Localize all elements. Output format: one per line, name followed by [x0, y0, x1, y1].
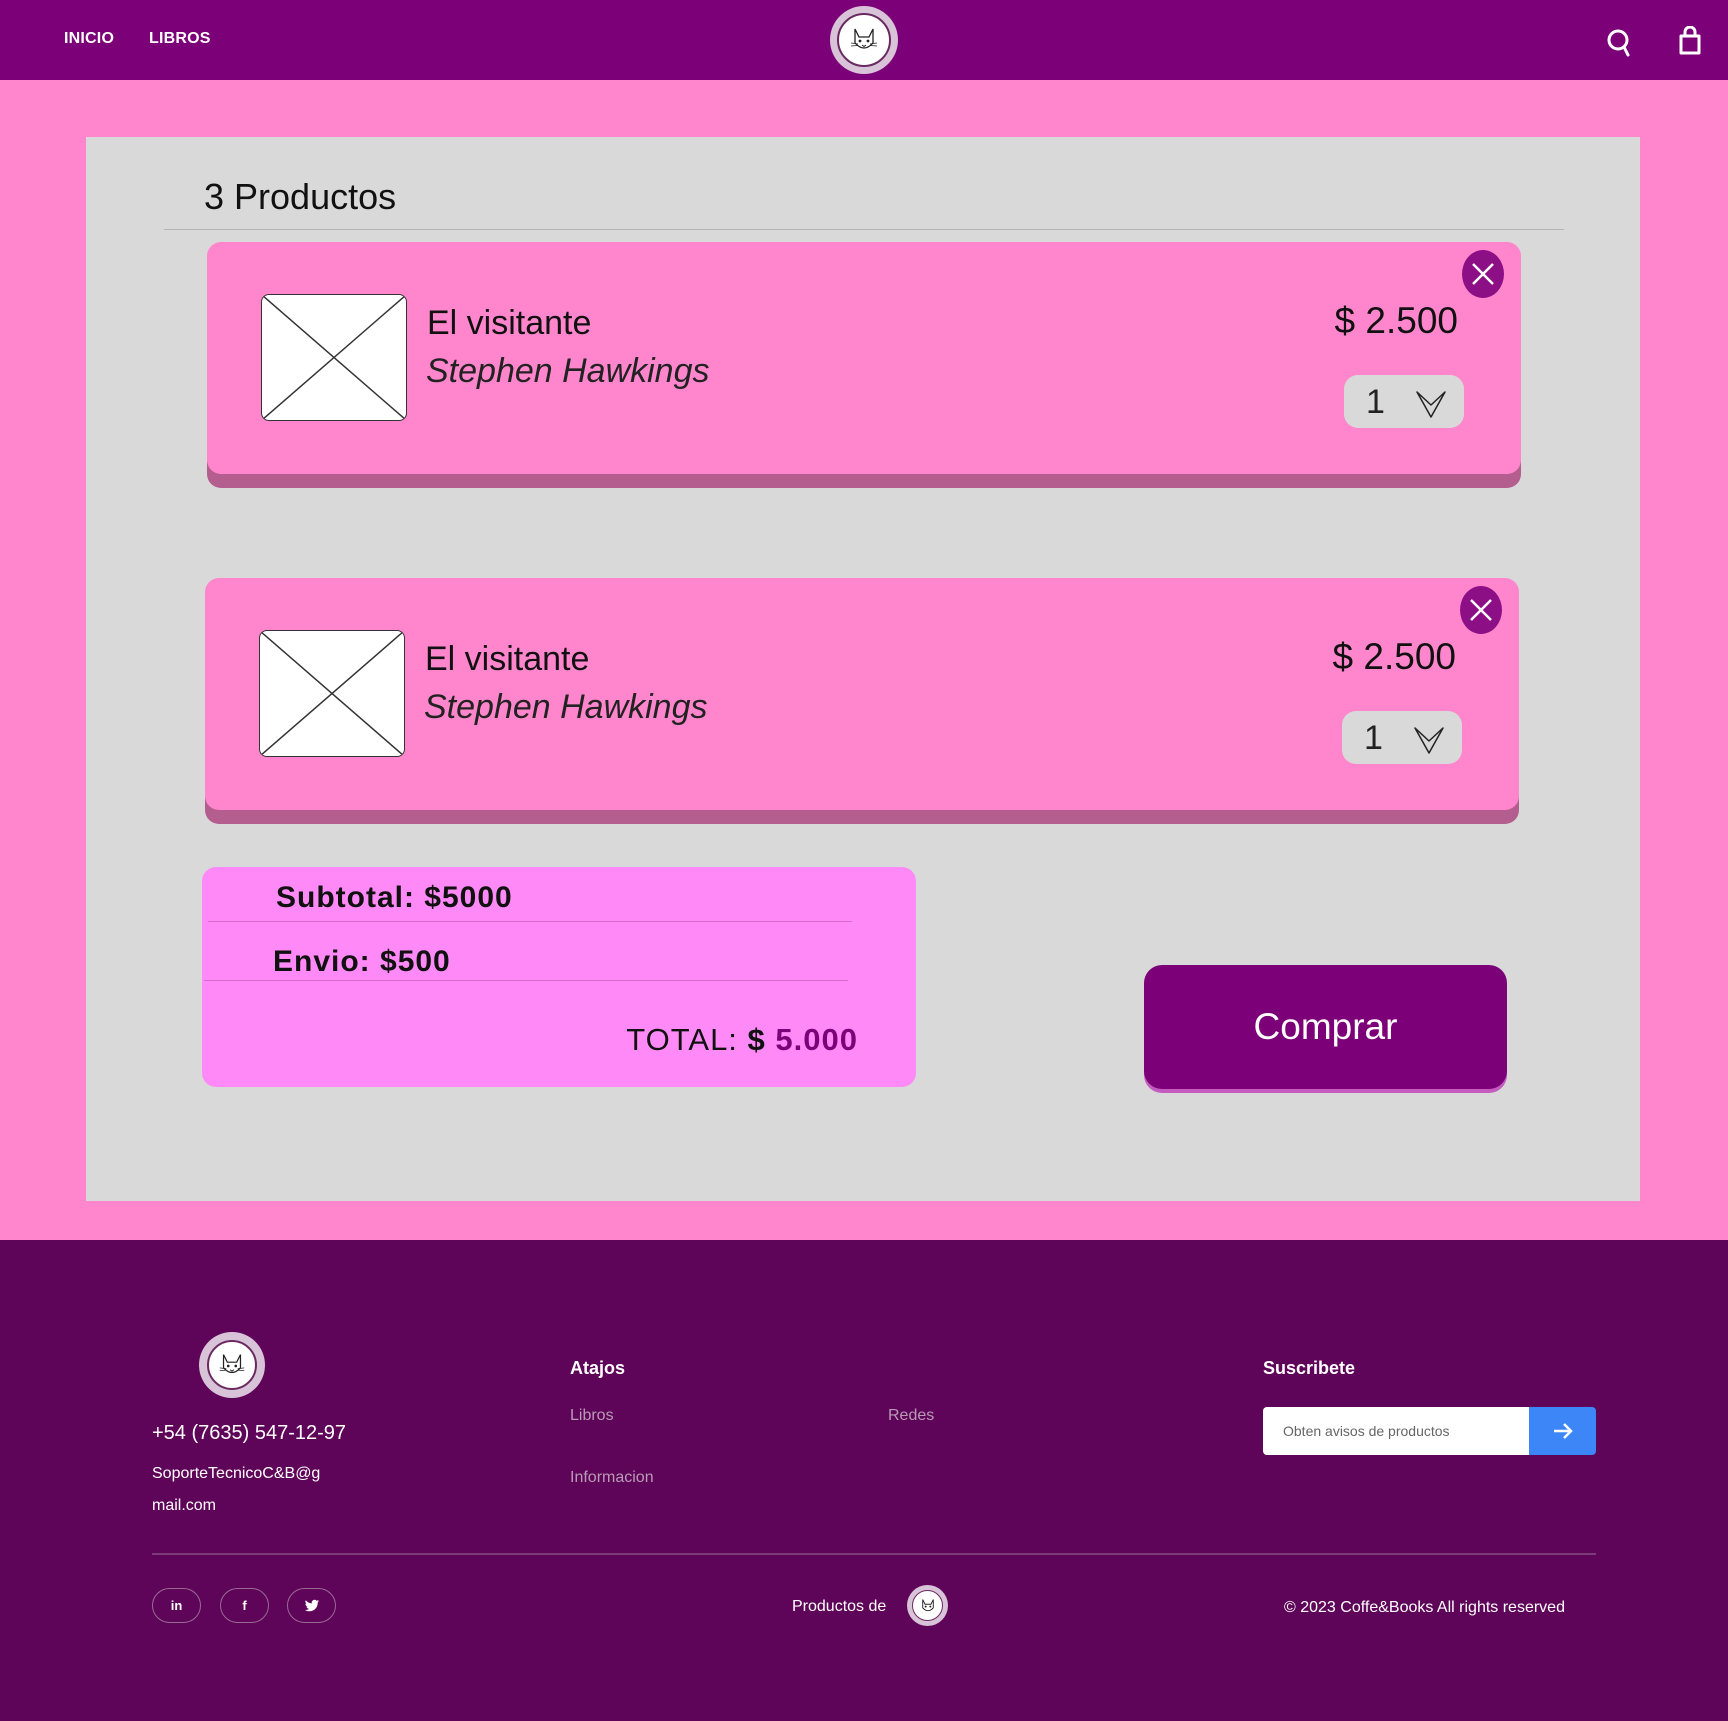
subscribe-email-input[interactable]: [1263, 1407, 1529, 1455]
footer-link-informacion[interactable]: Informacion: [570, 1469, 654, 1487]
total-text: TOTAL: $ 5.000: [626, 1022, 858, 1058]
chevron-down-icon: [1416, 391, 1446, 418]
shortcuts-heading: Atajos: [570, 1358, 626, 1378]
brand-logo[interactable]: [830, 6, 898, 74]
nav-libros-link[interactable]: LIBROS: [149, 30, 211, 48]
cat-icon: [850, 28, 878, 49]
cat-icon: [219, 1354, 245, 1374]
item-author: Stephen Hawkings: [426, 352, 710, 390]
order-summary: Subtotal: $5000 Envio: $500 TOTAL: $ 5.0…: [202, 867, 916, 1087]
copyright-text: © 2023 Coffe&Books All rights reserved: [1284, 1599, 1565, 1616]
arrow-right-icon: [1553, 1423, 1573, 1439]
footer-link-libros[interactable]: Libros: [570, 1407, 614, 1425]
footer-email: SoporteTecnicoC&B@g: [152, 1465, 321, 1482]
quantity-value: 1: [1364, 719, 1383, 757]
divider: [164, 229, 1564, 230]
item-author: Stephen Hawkings: [424, 688, 708, 726]
footer-link-redes[interactable]: Redes: [888, 1407, 934, 1425]
footer-phone: +54 (7635) 547-12-97: [152, 1422, 347, 1444]
close-icon: [1470, 599, 1492, 621]
total-currency: $: [747, 1022, 766, 1057]
subtotal-text: Subtotal: $5000: [276, 881, 513, 914]
shopping-bag-icon[interactable]: [1678, 26, 1702, 56]
buy-button[interactable]: Comprar: [1144, 965, 1507, 1089]
search-icon[interactable]: [1607, 28, 1631, 58]
linkedin-icon: in: [170, 1598, 183, 1613]
linkedin-button[interactable]: in: [152, 1588, 201, 1623]
remove-item-button[interactable]: [1462, 250, 1504, 298]
subscribe-heading: Suscribete: [1263, 1358, 1356, 1378]
quantity-value: 1: [1366, 383, 1385, 421]
products-by-text: Productos de: [792, 1598, 887, 1615]
chevron-down-icon: [1414, 727, 1444, 754]
footer-logo: [199, 1332, 265, 1398]
shipping-text: Envio: $500: [273, 945, 451, 978]
remove-item-button[interactable]: [1460, 586, 1502, 634]
book-image-placeholder: [261, 294, 407, 421]
quantity-select[interactable]: 1: [1342, 711, 1462, 764]
facebook-button[interactable]: f: [220, 1588, 269, 1623]
cart-count-title: 3 Productos: [204, 176, 397, 217]
quantity-select[interactable]: 1: [1344, 375, 1464, 428]
subscribe-button[interactable]: [1529, 1407, 1596, 1455]
footer-email-continued: mail.com: [152, 1497, 217, 1514]
twitter-button[interactable]: [287, 1588, 336, 1623]
facebook-icon: f: [242, 1598, 247, 1613]
item-price: $ 2.500: [1332, 636, 1456, 677]
item-title: El visitante: [427, 304, 592, 342]
book-image-placeholder: [259, 630, 405, 757]
footer-divider: [152, 1553, 1596, 1555]
nav-inicio-link[interactable]: INICIO: [64, 30, 114, 48]
total-label: TOTAL:: [626, 1022, 738, 1057]
total-amount: 5.000: [775, 1022, 858, 1057]
item-price: $ 2.500: [1334, 300, 1458, 341]
item-title: El visitante: [425, 640, 590, 678]
divider: [208, 921, 852, 922]
close-icon: [1472, 263, 1494, 285]
twitter-icon: [304, 1599, 319, 1611]
divider: [204, 980, 848, 981]
cat-icon: [921, 1598, 934, 1611]
cart-item: El visitante Stephen Hawkings $ 2.500 1: [205, 578, 1519, 810]
footer-small-logo: [907, 1585, 948, 1626]
cart-item: El visitante Stephen Hawkings $ 2.500 1: [207, 242, 1521, 474]
